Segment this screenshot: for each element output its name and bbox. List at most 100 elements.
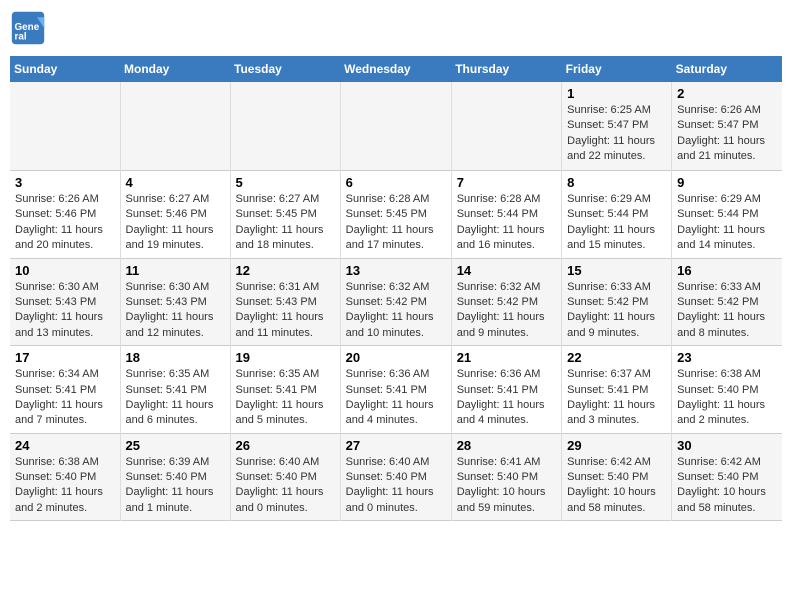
day-number: 2 xyxy=(677,86,777,101)
day-number: 23 xyxy=(677,350,777,365)
header-wednesday: Wednesday xyxy=(340,56,451,82)
day-cell: 24Sunrise: 6:38 AM Sunset: 5:40 PM Dayli… xyxy=(10,433,120,521)
day-number: 25 xyxy=(126,438,225,453)
day-cell xyxy=(451,82,561,171)
day-number: 18 xyxy=(126,350,225,365)
day-number: 15 xyxy=(567,263,666,278)
day-info: Sunrise: 6:35 AM Sunset: 5:41 PM Dayligh… xyxy=(236,367,335,429)
day-number: 14 xyxy=(457,263,556,278)
day-number: 5 xyxy=(236,175,335,190)
day-cell: 12 Sunrise: 6:31 AM Sunset: 5:43 PM Dayli… xyxy=(230,258,340,346)
day-info: Sunrise: 6:32 AM Sunset: 5:42 PM Dayligh… xyxy=(346,280,446,342)
day-cell xyxy=(230,82,340,171)
day-info: Sunrise: 6:30 AM Sunset: 5:43 PM Dayligh… xyxy=(126,280,225,342)
day-cell: 27Sunrise: 6:40 AM Sunset: 5:40 PM Dayli… xyxy=(340,433,451,521)
day-info: Sunrise: 6:39 AM Sunset: 5:40 PM Dayligh… xyxy=(126,455,225,517)
day-info: Sunrise: 6:40 AM Sunset: 5:40 PM Dayligh… xyxy=(236,455,335,517)
day-cell: 11 Sunrise: 6:30 AM Sunset: 5:43 PM Dayli… xyxy=(120,258,230,346)
day-number: 20 xyxy=(346,350,446,365)
day-cell: 3Sunrise: 6:26 AM Sunset: 5:46 PM Daylig… xyxy=(10,171,120,259)
day-info: Sunrise: 6:33 AM Sunset: 5:42 PM Dayligh… xyxy=(677,280,777,342)
day-number: 17 xyxy=(15,350,115,365)
header-sunday: Sunday xyxy=(10,56,120,82)
day-number: 27 xyxy=(346,438,446,453)
day-cell: 6 Sunrise: 6:28 AM Sunset: 5:45 PM Daylig… xyxy=(340,171,451,259)
day-info: Sunrise: 6:29 AM Sunset: 5:44 PM Dayligh… xyxy=(677,192,777,254)
day-number: 4 xyxy=(126,175,225,190)
day-info: Sunrise: 6:38 AM Sunset: 5:40 PM Dayligh… xyxy=(677,367,777,429)
day-info: Sunrise: 6:33 AM Sunset: 5:42 PM Dayligh… xyxy=(567,280,666,342)
day-cell: 19 Sunrise: 6:35 AM Sunset: 5:41 PM Dayli… xyxy=(230,346,340,434)
day-number: 29 xyxy=(567,438,666,453)
day-cell: 7Sunrise: 6:28 AM Sunset: 5:44 PM Daylig… xyxy=(451,171,561,259)
day-cell xyxy=(340,82,451,171)
day-info: Sunrise: 6:42 AM Sunset: 5:40 PM Dayligh… xyxy=(567,455,666,517)
week-row: 1 Sunrise: 6:25 AM Sunset: 5:47 PM Daylig… xyxy=(10,82,782,171)
day-number: 11 xyxy=(126,263,225,278)
day-cell: 17 Sunrise: 6:34 AM Sunset: 5:41 PM Dayli… xyxy=(10,346,120,434)
day-cell: 16 Sunrise: 6:33 AM Sunset: 5:42 PM Dayli… xyxy=(672,258,782,346)
day-number: 26 xyxy=(236,438,335,453)
day-cell: 20Sunrise: 6:36 AM Sunset: 5:41 PM Dayli… xyxy=(340,346,451,434)
day-number: 3 xyxy=(15,175,115,190)
day-number: 24 xyxy=(15,438,115,453)
day-info: Sunrise: 6:26 AM Sunset: 5:47 PM Dayligh… xyxy=(677,103,777,165)
day-cell: 10 Sunrise: 6:30 AM Sunset: 5:43 PM Dayli… xyxy=(10,258,120,346)
week-row: 17 Sunrise: 6:34 AM Sunset: 5:41 PM Dayli… xyxy=(10,346,782,434)
day-cell: 18Sunrise: 6:35 AM Sunset: 5:41 PM Dayli… xyxy=(120,346,230,434)
day-number: 16 xyxy=(677,263,777,278)
day-info: Sunrise: 6:41 AM Sunset: 5:40 PM Dayligh… xyxy=(457,455,556,517)
day-cell: 13 Sunrise: 6:32 AM Sunset: 5:42 PM Dayli… xyxy=(340,258,451,346)
day-number: 21 xyxy=(457,350,556,365)
day-info: Sunrise: 6:29 AM Sunset: 5:44 PM Dayligh… xyxy=(567,192,666,254)
day-number: 1 xyxy=(567,86,666,101)
day-cell xyxy=(120,82,230,171)
day-cell: 26 Sunrise: 6:40 AM Sunset: 5:40 PM Dayli… xyxy=(230,433,340,521)
day-number: 8 xyxy=(567,175,666,190)
day-cell: 2 Sunrise: 6:26 AM Sunset: 5:47 PM Daylig… xyxy=(672,82,782,171)
day-cell: 9 Sunrise: 6:29 AM Sunset: 5:44 PM Daylig… xyxy=(672,171,782,259)
day-cell: 4 Sunrise: 6:27 AM Sunset: 5:46 PM Daylig… xyxy=(120,171,230,259)
week-row: 24Sunrise: 6:38 AM Sunset: 5:40 PM Dayli… xyxy=(10,433,782,521)
week-row: 3Sunrise: 6:26 AM Sunset: 5:46 PM Daylig… xyxy=(10,171,782,259)
calendar-table: SundayMondayTuesdayWednesdayThursdayFrid… xyxy=(10,56,782,521)
day-number: 10 xyxy=(15,263,115,278)
day-number: 22 xyxy=(567,350,666,365)
day-cell: 1 Sunrise: 6:25 AM Sunset: 5:47 PM Daylig… xyxy=(562,82,672,171)
day-info: Sunrise: 6:36 AM Sunset: 5:41 PM Dayligh… xyxy=(457,367,556,429)
day-cell: 23 Sunrise: 6:38 AM Sunset: 5:40 PM Dayli… xyxy=(672,346,782,434)
day-number: 13 xyxy=(346,263,446,278)
header-friday: Friday xyxy=(562,56,672,82)
day-cell: 15 Sunrise: 6:33 AM Sunset: 5:42 PM Dayli… xyxy=(562,258,672,346)
day-cell: 29 Sunrise: 6:42 AM Sunset: 5:40 PM Dayli… xyxy=(562,433,672,521)
day-cell: 14 Sunrise: 6:32 AM Sunset: 5:42 PM Dayli… xyxy=(451,258,561,346)
day-number: 19 xyxy=(236,350,335,365)
day-info: Sunrise: 6:27 AM Sunset: 5:45 PM Dayligh… xyxy=(236,192,335,254)
day-number: 12 xyxy=(236,263,335,278)
day-cell: 21 Sunrise: 6:36 AM Sunset: 5:41 PM Dayli… xyxy=(451,346,561,434)
day-info: Sunrise: 6:28 AM Sunset: 5:45 PM Dayligh… xyxy=(346,192,446,254)
day-info: Sunrise: 6:27 AM Sunset: 5:46 PM Dayligh… xyxy=(126,192,225,254)
day-info: Sunrise: 6:34 AM Sunset: 5:41 PM Dayligh… xyxy=(15,367,115,429)
header-row: SundayMondayTuesdayWednesdayThursdayFrid… xyxy=(10,56,782,82)
day-info: Sunrise: 6:32 AM Sunset: 5:42 PM Dayligh… xyxy=(457,280,556,342)
day-info: Sunrise: 6:31 AM Sunset: 5:43 PM Dayligh… xyxy=(236,280,335,342)
header-monday: Monday xyxy=(120,56,230,82)
day-cell: 8 Sunrise: 6:29 AM Sunset: 5:44 PM Daylig… xyxy=(562,171,672,259)
day-info: Sunrise: 6:25 AM Sunset: 5:47 PM Dayligh… xyxy=(567,103,666,165)
day-cell: 30Sunrise: 6:42 AM Sunset: 5:40 PM Dayli… xyxy=(672,433,782,521)
day-cell xyxy=(10,82,120,171)
day-cell: 28 Sunrise: 6:41 AM Sunset: 5:40 PM Dayli… xyxy=(451,433,561,521)
day-number: 9 xyxy=(677,175,777,190)
logo-icon: Gene ral xyxy=(10,10,46,46)
day-cell: 22Sunrise: 6:37 AM Sunset: 5:41 PM Dayli… xyxy=(562,346,672,434)
header-saturday: Saturday xyxy=(672,56,782,82)
header-thursday: Thursday xyxy=(451,56,561,82)
day-number: 28 xyxy=(457,438,556,453)
week-row: 10 Sunrise: 6:30 AM Sunset: 5:43 PM Dayli… xyxy=(10,258,782,346)
day-cell: 5 Sunrise: 6:27 AM Sunset: 5:45 PM Daylig… xyxy=(230,171,340,259)
day-number: 30 xyxy=(677,438,777,453)
day-info: Sunrise: 6:30 AM Sunset: 5:43 PM Dayligh… xyxy=(15,280,115,342)
day-number: 6 xyxy=(346,175,446,190)
svg-text:ral: ral xyxy=(15,32,27,43)
